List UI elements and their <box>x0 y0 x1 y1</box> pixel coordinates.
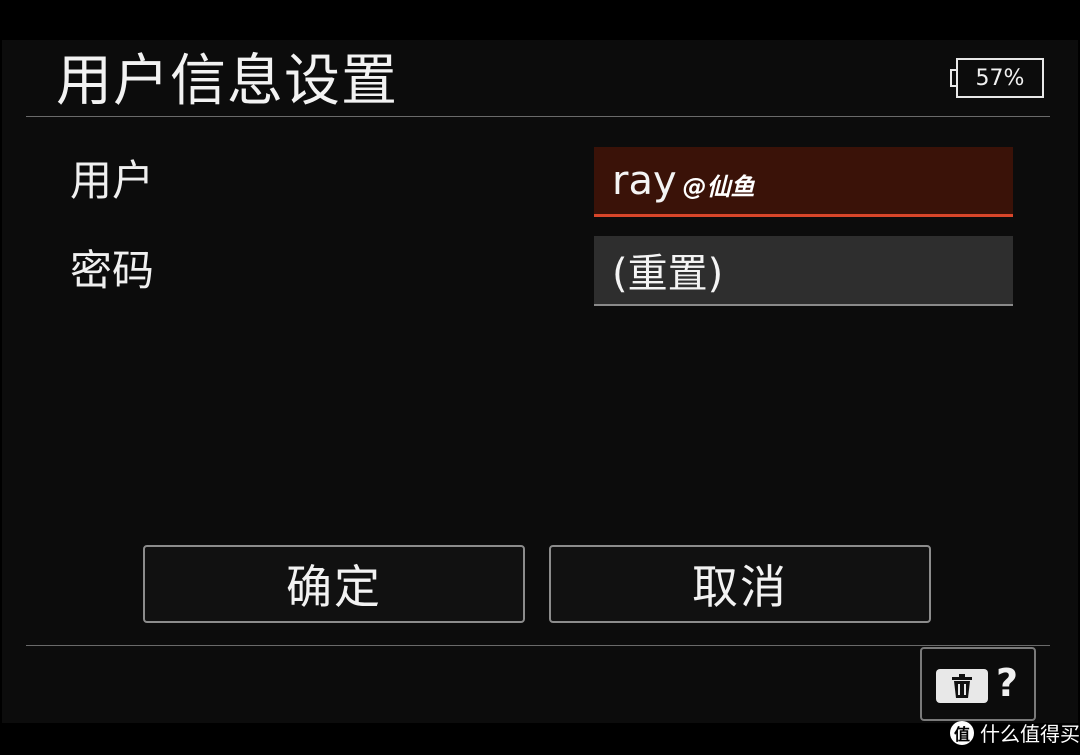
brand-watermark: 值 什么值得买 <box>950 718 1080 747</box>
user-label: 用户 <box>70 156 155 205</box>
cancel-button[interactable]: 取消 <box>549 545 931 623</box>
brand-text: 什么值得买 <box>980 722 1080 746</box>
user-field[interactable]: ray @仙鱼 <box>594 147 1013 217</box>
watermark-text: @仙鱼 <box>682 173 755 201</box>
ok-button[interactable]: 确定 <box>143 545 525 623</box>
user-field-value: ray <box>612 157 677 204</box>
password-field[interactable]: (重置) <box>594 236 1013 306</box>
trash-icon <box>936 669 988 703</box>
question-mark-icon: ? <box>996 661 1019 705</box>
brand-logo-icon: 值 <box>950 720 974 745</box>
battery-indicator: 57% <box>950 58 1044 98</box>
battery-level: 57% <box>956 58 1044 98</box>
help-button[interactable]: ? <box>920 647 1036 721</box>
header-divider <box>26 116 1050 117</box>
page-title: 用户信息设置 <box>56 49 398 114</box>
footer-divider <box>26 645 1050 646</box>
password-label: 密码 <box>70 246 155 295</box>
